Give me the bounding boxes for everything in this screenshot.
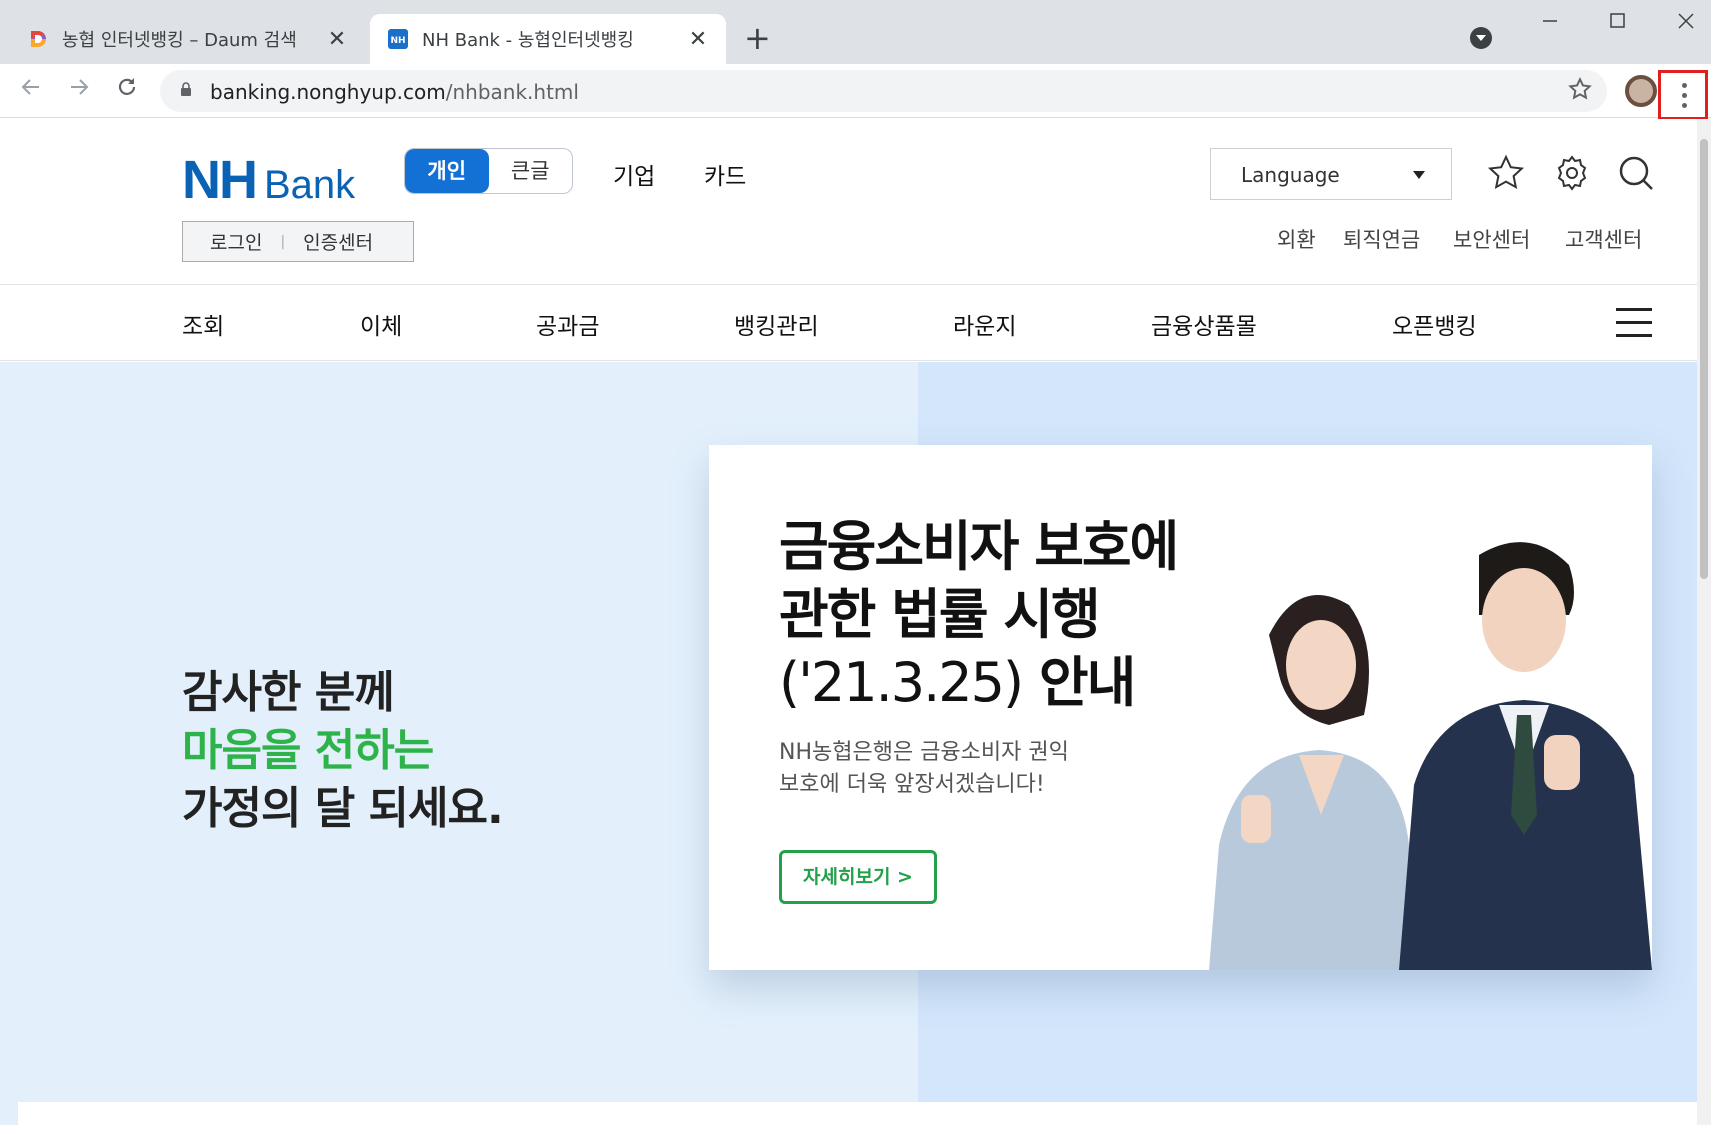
nav-card[interactable]: 카드 — [704, 157, 746, 191]
nh-icon: NH — [388, 29, 408, 49]
language-select[interactable]: Language — [1210, 148, 1452, 200]
promo-subtext: NH농협은행은 금융소비자 권익 보호에 더욱 앞장서겠습니다! — [779, 737, 1069, 801]
nav-corporate[interactable]: 기업 — [613, 157, 655, 191]
util-forex[interactable]: 외환 — [1277, 224, 1316, 254]
tab-search-icon[interactable] — [1470, 27, 1492, 49]
maximize-button[interactable] — [1598, 8, 1638, 40]
maximize-icon — [1610, 13, 1625, 28]
mode-large-text-button[interactable]: 큰글 — [489, 149, 573, 193]
main-navigation: 조회 이체 공과금 뱅킹관리 라운지 금융상품몰 오픈뱅킹 — [0, 285, 1697, 361]
chevron-down-icon — [1413, 171, 1425, 179]
tab-strip: 농협 인터넷뱅킹 – Daum 검색 ✕ NH NH Bank - 농협인터넷뱅… — [0, 0, 1711, 64]
page-scrollbar[interactable] — [1697, 119, 1711, 1125]
hero-left-line3: 가정의 달 되세요. — [182, 783, 504, 834]
lock-icon — [181, 82, 191, 96]
minimize-button[interactable] — [1530, 8, 1570, 40]
daum-icon — [31, 30, 47, 47]
promo-headline-line2: 관한 법률 시행 — [779, 583, 1101, 646]
search-icon[interactable] — [1616, 153, 1656, 193]
nh-bank-logo[interactable]: NH Bank — [182, 149, 355, 211]
reload-icon — [118, 78, 136, 95]
content-start-strip — [18, 1102, 1697, 1125]
hero-left-copy[interactable]: 감사한 분께 마음을 전하는 가정의 달 되세요. — [182, 664, 504, 838]
language-label: Language — [1241, 163, 1340, 187]
logo-bank: Bank — [264, 163, 356, 207]
tab-nh-bank[interactable]: NH NH Bank - 농협인터넷뱅킹 ✕ — [370, 14, 726, 64]
util-security-center[interactable]: 보안센터 — [1453, 224, 1530, 254]
view-mode-toggle: 개인 큰글 — [404, 148, 573, 194]
promo-headline-line3: 안내 — [1038, 651, 1136, 714]
login-link[interactable]: 로그인 — [210, 228, 262, 255]
promo-date: ('21.3.25) — [779, 651, 1024, 714]
bookmark-star-icon[interactable] — [1567, 76, 1593, 102]
url-host: banking.nonghyup.com — [210, 80, 446, 104]
login-box: 로그인 | 인증센터 — [182, 221, 414, 262]
close-window-button[interactable] — [1666, 8, 1706, 40]
util-retirement-pension[interactable]: 퇴직연금 — [1343, 224, 1420, 254]
minimize-icon — [1543, 20, 1557, 22]
gnb-lounge[interactable]: 라운지 — [953, 307, 1016, 341]
gnb-banking-management[interactable]: 뱅킹관리 — [734, 307, 819, 341]
gnb-utility-bills[interactable]: 공과금 — [536, 307, 599, 341]
cert-center-link[interactable]: 인증센터 — [303, 228, 373, 255]
promo-sub-line2: 보호에 더욱 앞장서겠습니다! — [779, 772, 1045, 797]
site-header: NH Bank 개인 큰글 기업 카드 Language 로그인 | 인증센터 … — [0, 119, 1697, 285]
arrow-right-icon — [71, 79, 89, 95]
gnb-transfer[interactable]: 이체 — [360, 307, 402, 341]
promo-card[interactable]: 금융소비자 보호에 관한 법률 시행 ('21.3.25) 안내 NH농협은행은… — [709, 445, 1652, 970]
logo-nh: NH — [182, 150, 258, 210]
profile-avatar[interactable] — [1625, 75, 1657, 107]
hero-banner: 감사한 분께 마음을 전하는 가정의 달 되세요. 금융소비자 보호에 관한 법… — [0, 362, 1697, 1125]
models-illustration — [1209, 542, 1652, 970]
gnb-inquiry[interactable]: 조회 — [182, 307, 224, 341]
scrollbar-thumb[interactable] — [1700, 139, 1708, 579]
tab-title: NH Bank - 농협인터넷뱅킹 — [422, 30, 634, 51]
hamburger-menu-icon[interactable] — [1616, 308, 1652, 338]
gnb-open-banking[interactable]: 오픈뱅킹 — [1392, 307, 1477, 341]
new-tab-button[interactable]: + — [744, 20, 771, 56]
gnb-financial-products[interactable]: 금융상품몰 — [1151, 307, 1257, 341]
url-path: /nhbank.html — [445, 80, 579, 104]
browser-menu-button[interactable] — [1658, 70, 1708, 120]
view-details-button[interactable]: 자세히보기 > — [779, 850, 937, 904]
arrow-left-icon — [21, 79, 39, 95]
url-text[interactable]: banking.nonghyup.com/nhbank.html — [210, 80, 579, 104]
hero-left-line2: 마음을 전하는 — [182, 725, 434, 776]
reload-button[interactable] — [110, 74, 144, 108]
tab-close-icon[interactable]: ✕ — [684, 27, 712, 52]
tab-daum-search[interactable]: 농협 인터넷뱅킹 – Daum 검색 ✕ — [10, 14, 365, 64]
hero-left-line1: 감사한 분께 — [182, 667, 395, 718]
favorite-star-icon[interactable] — [1486, 153, 1526, 193]
svg-text:NH: NH — [390, 36, 405, 46]
close-icon — [1678, 13, 1694, 29]
tab-title: 농협 인터넷뱅킹 – Daum 검색 — [62, 30, 297, 51]
back-button[interactable] — [14, 74, 48, 108]
promo-sub-line1: NH농협은행은 금융소비자 권익 — [779, 740, 1069, 765]
web-page: NH Bank 개인 큰글 기업 카드 Language 로그인 | 인증센터 … — [0, 119, 1711, 1125]
mode-personal-button[interactable]: 개인 — [405, 149, 489, 193]
tab-close-icon[interactable]: ✕ — [323, 27, 351, 52]
settings-gear-icon[interactable] — [1552, 153, 1592, 193]
promo-headline: 금융소비자 보호에 관한 법률 시행 ('21.3.25) 안내 — [779, 513, 1179, 717]
promo-headline-line1: 금융소비자 보호에 — [779, 515, 1179, 578]
login-separator: | — [280, 233, 286, 250]
address-bar[interactable]: banking.nonghyup.com/nhbank.html — [160, 70, 1607, 112]
browser-toolbar: banking.nonghyup.com/nhbank.html — [0, 64, 1711, 120]
util-customer-center[interactable]: 고객센터 — [1565, 224, 1642, 254]
forward-button[interactable] — [62, 74, 96, 108]
